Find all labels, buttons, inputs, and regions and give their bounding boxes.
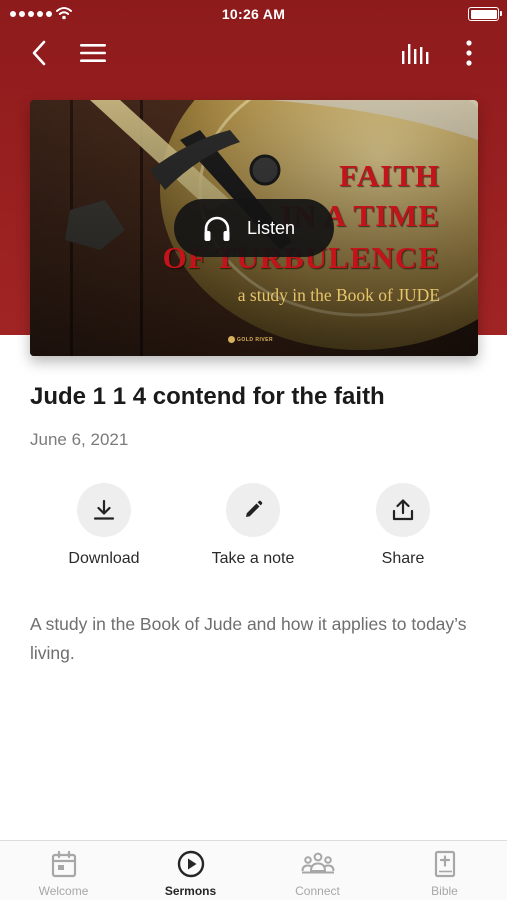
- artwork-logo-text: GOLD RIVER: [237, 336, 274, 343]
- audio-button[interactable]: [398, 36, 432, 70]
- hamburger-menu-icon: [80, 44, 106, 62]
- tab-bible-label: Bible: [431, 884, 458, 898]
- status-time: 10:26 AM: [221, 6, 286, 22]
- pencil-icon: [246, 500, 263, 517]
- download-label: Download: [68, 550, 140, 567]
- share-button[interactable]: Share: [338, 483, 468, 568]
- share-circle: [376, 483, 430, 537]
- tab-connect-label: Connect: [295, 884, 340, 898]
- calendar-icon: [51, 850, 76, 878]
- tab-sermons-label: Sermons: [164, 884, 217, 898]
- artwork-logo: GOLD RIVER: [228, 336, 273, 343]
- download-icon: [93, 499, 115, 520]
- bottom-tab-bar: Welcome Sermons Connect Bible: [0, 840, 507, 900]
- bible-icon: [434, 850, 455, 878]
- logo-mark-icon: [228, 336, 235, 343]
- play-circle-icon: [177, 850, 204, 878]
- take-note-label: Take a note: [211, 550, 295, 567]
- download-circle: [77, 483, 131, 537]
- battery-icon: [468, 7, 502, 21]
- artwork-title-line-1: FAITH: [339, 158, 440, 193]
- tab-bible[interactable]: Bible: [381, 841, 507, 900]
- headphones-icon: [204, 216, 230, 241]
- share-icon: [392, 499, 414, 521]
- tab-welcome-label: Welcome: [38, 884, 89, 898]
- share-label: Share: [381, 550, 425, 567]
- take-note-button[interactable]: Take a note: [188, 483, 318, 568]
- chevron-left-icon: [32, 40, 46, 66]
- more-options-button[interactable]: [452, 36, 486, 70]
- more-vertical-icon: [466, 40, 472, 66]
- tab-welcome[interactable]: Welcome: [0, 841, 127, 900]
- listen-button[interactable]: Listen: [174, 199, 334, 257]
- sermon-date: June 6, 2021: [30, 430, 129, 449]
- sermon-description: A study in the Book of Jude and how it a…: [30, 614, 467, 663]
- tab-sermons[interactable]: Sermons: [127, 841, 254, 900]
- status-bar: 10:26 AM: [0, 0, 507, 28]
- take-note-circle: [226, 483, 280, 537]
- download-button[interactable]: Download: [39, 483, 169, 568]
- back-button[interactable]: [22, 36, 56, 70]
- artwork-subtitle: a study in the Book of JUDE: [237, 285, 440, 305]
- listen-label: Listen: [247, 218, 296, 238]
- people-icon: [301, 852, 334, 874]
- tab-connect[interactable]: Connect: [254, 841, 381, 900]
- audio-bars-icon: [402, 44, 429, 64]
- menu-button[interactable]: [76, 36, 110, 70]
- sermon-title: Jude 1 1 4 contend for the faith: [30, 383, 385, 410]
